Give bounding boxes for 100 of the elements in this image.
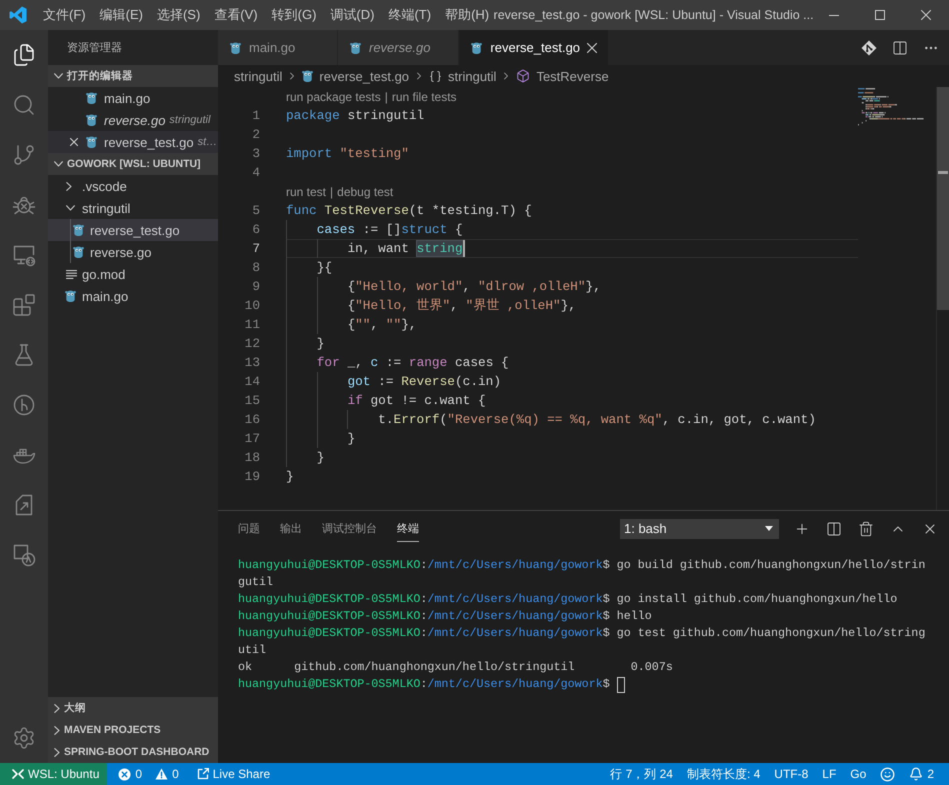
breadcrumb-item[interactable]: stringutil bbox=[429, 68, 496, 84]
breadcrumb-item[interactable]: stringutil bbox=[234, 68, 282, 84]
codelens-link[interactable]: run file tests bbox=[392, 89, 457, 106]
terminal-line: ok github.com/huanghongxun/hello/stringutil 0.007s bbox=[238, 659, 673, 676]
close-icon[interactable] bbox=[921, 10, 931, 20]
monitor-icon[interactable] bbox=[12, 243, 36, 267]
remote-indicator[interactable]: WSL: Ubuntu bbox=[0, 763, 108, 785]
chevron-right-icon[interactable] bbox=[54, 726, 60, 734]
menu-item[interactable]: 选择(S) bbox=[150, 0, 208, 30]
menu-item[interactable]: 编辑(E) bbox=[92, 0, 150, 30]
line-number: 10 bbox=[244, 297, 260, 315]
panel-tab[interactable]: 终端 bbox=[397, 515, 419, 542]
line-number: 12 bbox=[244, 335, 260, 353]
remote-icon bbox=[12, 769, 24, 779]
close-icon[interactable] bbox=[70, 138, 78, 146]
split-terminal-icon[interactable] bbox=[826, 520, 842, 536]
files-icon[interactable] bbox=[12, 43, 36, 67]
editor-tab[interactable]: main.go bbox=[218, 30, 338, 65]
panel-tab[interactable]: 输出 bbox=[280, 515, 302, 542]
settings-icon[interactable] bbox=[12, 726, 36, 750]
codelens-link[interactable]: debug test bbox=[337, 184, 394, 201]
tree-item[interactable]: go.mod bbox=[48, 263, 218, 285]
text-cursor bbox=[462, 240, 465, 257]
trash-icon[interactable] bbox=[858, 520, 874, 536]
codelens-link[interactable]: run package tests bbox=[286, 89, 381, 106]
tree-item[interactable]: main.go bbox=[48, 285, 218, 307]
chevron-right-icon[interactable] bbox=[54, 748, 60, 756]
chevron-right-icon[interactable] bbox=[54, 704, 60, 712]
cursor-position[interactable]: 行 7，列 24 bbox=[603, 763, 680, 785]
section-header[interactable]: SPRING-BOOT DASHBOARD bbox=[48, 741, 218, 763]
go-file-icon bbox=[471, 42, 482, 54]
encoding-indicator[interactable]: UTF-8 bbox=[767, 763, 816, 785]
tree-item[interactable]: .vscode bbox=[48, 175, 218, 197]
menu-item[interactable]: 转到(G) bbox=[264, 0, 324, 30]
maximize-icon[interactable] bbox=[875, 10, 885, 20]
line-number: 19 bbox=[244, 468, 260, 486]
notifications-button[interactable]: 2 bbox=[902, 763, 941, 785]
close-icon[interactable] bbox=[587, 42, 598, 52]
split-editor-icon[interactable] bbox=[892, 40, 908, 56]
diamond-icon[interactable] bbox=[861, 40, 877, 56]
file-description: st… bbox=[198, 136, 218, 148]
source-control-icon[interactable] bbox=[12, 143, 36, 167]
line-number: 18 bbox=[244, 449, 260, 467]
line-number: 11 bbox=[244, 316, 260, 334]
open-editor-item[interactable]: reverse.go stringutil bbox=[48, 109, 218, 131]
search-icon[interactable] bbox=[12, 93, 36, 117]
circle-branch-icon[interactable] bbox=[12, 393, 36, 417]
chevron-down-icon[interactable] bbox=[54, 73, 63, 79]
section-header[interactable]: MAVEN PROJECTS bbox=[48, 719, 218, 741]
section-header[interactable]: 大纲 bbox=[48, 697, 218, 719]
scrollbar-thumb[interactable] bbox=[937, 87, 949, 310]
codelens-separator: | bbox=[384, 89, 388, 106]
chevron-right-icon[interactable] bbox=[66, 182, 72, 190]
editor-tab[interactable]: reverse_test.go bbox=[459, 30, 610, 65]
code-line: for _, c := range cases { bbox=[316, 354, 509, 372]
tab-size-indicator[interactable]: 制表符长度: 4 bbox=[680, 763, 768, 785]
tree-item[interactable]: stringutil bbox=[48, 197, 218, 219]
go-file-icon bbox=[73, 246, 84, 258]
line-number: 15 bbox=[244, 392, 260, 410]
menu-item[interactable]: 终端(T) bbox=[381, 0, 438, 30]
code-line: {"", ""}, bbox=[347, 316, 417, 334]
warning-icon bbox=[155, 768, 168, 780]
terminal-select[interactable]: 1: bash bbox=[620, 518, 779, 538]
terminal-line: gutil bbox=[238, 574, 274, 591]
menu-item[interactable]: 文件(F) bbox=[36, 0, 93, 30]
extensions-icon[interactable] bbox=[12, 293, 36, 317]
line-number: 14 bbox=[244, 373, 260, 391]
line-number: 9 bbox=[252, 278, 260, 296]
tile-circle-icon[interactable] bbox=[12, 543, 36, 567]
window-title: reverse_test.go - gowork [WSL: Ubuntu] - Visual Studio ... bbox=[494, 8, 814, 22]
section-header[interactable]: 打开的编辑器 bbox=[48, 65, 218, 87]
panel-tab[interactable]: 调试控制台 bbox=[322, 515, 377, 542]
go-file-icon bbox=[302, 70, 314, 82]
chevron-down-icon[interactable] bbox=[54, 161, 63, 167]
editor-tab[interactable]: reverse.go bbox=[338, 30, 460, 65]
live-share-button[interactable]: Live Share bbox=[190, 763, 278, 785]
code-line: {"Hello, 世界", "界世 ,olleH"}, bbox=[347, 297, 576, 315]
share-icon bbox=[196, 768, 209, 780]
tree-item[interactable]: reverse.go bbox=[48, 241, 218, 263]
section-header[interactable]: GOWORK [WSL: UBUNTU] bbox=[48, 153, 218, 175]
open-editor-item[interactable]: reverse_test.go st… bbox=[48, 131, 218, 153]
menu-item[interactable]: 调试(D) bbox=[323, 0, 382, 30]
minimize-icon[interactable] bbox=[829, 14, 839, 16]
terminal-line: huangyuhui@DESKTOP-0S5MLKO:/mnt/c/Users/huang/gowork$ bbox=[238, 676, 611, 693]
codelens-link[interactable]: run test bbox=[286, 184, 326, 201]
line-number: 3 bbox=[252, 145, 260, 163]
tree-item[interactable]: reverse_test.go bbox=[48, 219, 218, 241]
line-number: 7 bbox=[252, 240, 260, 258]
breadcrumb-item[interactable]: TestReverse bbox=[516, 68, 609, 84]
smiley-icon[interactable] bbox=[880, 766, 896, 782]
code-line: cases := []struct { bbox=[316, 221, 463, 239]
line-ending-indicator[interactable]: LF bbox=[815, 763, 844, 785]
chevron-down-icon[interactable] bbox=[66, 205, 75, 211]
breadcrumb-item[interactable]: reverse_test.go bbox=[302, 68, 410, 84]
menu-item[interactable]: 查看(V) bbox=[207, 0, 265, 30]
open-editor-item[interactable]: main.go bbox=[48, 87, 218, 109]
panel-tab[interactable]: 问题 bbox=[238, 515, 260, 542]
terminal-line: huangyuhui@DESKTOP-0S5MLKO:/mnt/c/Users/huang/gowork$ go test github.com/huanghongxun/hello/string bbox=[238, 625, 926, 642]
language-indicator[interactable]: Go bbox=[843, 763, 874, 785]
problems-indicator[interactable]: 0 0 bbox=[111, 763, 186, 785]
